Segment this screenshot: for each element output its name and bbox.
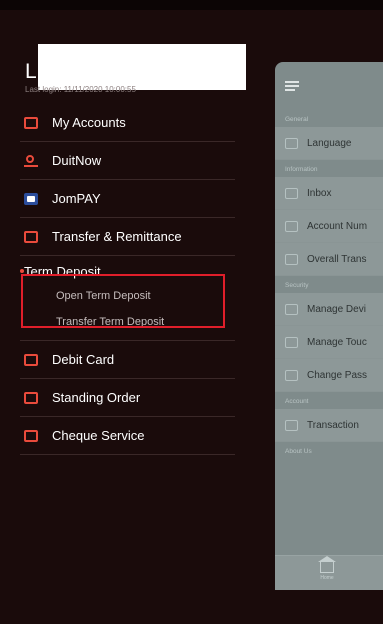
standing-order-icon bbox=[24, 391, 38, 404]
fingerprint-icon bbox=[285, 336, 298, 348]
home-tab-label: Home bbox=[320, 575, 334, 581]
row-language-label: Language bbox=[307, 137, 352, 149]
menu-item-duitnow[interactable]: DuitNow bbox=[20, 142, 235, 180]
menu-item-label: Cheque Service bbox=[52, 428, 145, 443]
row-manage-device[interactable]: Manage Devi bbox=[275, 293, 383, 326]
row-transaction-label: Transaction bbox=[307, 419, 359, 431]
section-information: Information bbox=[285, 166, 318, 173]
overall-transaction-icon bbox=[285, 253, 298, 265]
menu-item-jompay[interactable]: JomPAY bbox=[20, 180, 235, 218]
row-change-password[interactable]: Change Pass bbox=[275, 359, 383, 392]
menu-item-label: My Accounts bbox=[52, 115, 126, 130]
section-account: Account bbox=[285, 398, 309, 405]
row-manage-touch[interactable]: Manage Touc bbox=[275, 326, 383, 359]
row-account-number[interactable]: Account Num bbox=[275, 210, 383, 243]
language-icon bbox=[285, 137, 298, 149]
row-overall-transaction[interactable]: Overall Trans bbox=[275, 243, 383, 276]
duitnow-icon bbox=[24, 154, 38, 167]
jompay-icon bbox=[24, 192, 38, 205]
menu-item-cheque-service[interactable]: Cheque Service bbox=[20, 417, 235, 455]
section-security: Security bbox=[285, 282, 309, 289]
menu-item-transfer-remittance[interactable]: Transfer & Remittance bbox=[20, 218, 235, 256]
home-tab[interactable]: Home bbox=[313, 556, 341, 581]
transaction-icon bbox=[285, 419, 298, 431]
menu-item-label: DuitNow bbox=[52, 153, 102, 168]
row-manage-touch-label: Manage Touc bbox=[307, 336, 367, 348]
menu-item-label: Debit Card bbox=[52, 352, 115, 367]
row-transaction[interactable]: Transaction bbox=[275, 409, 383, 442]
cheque-icon bbox=[24, 429, 38, 442]
menu-item-label: Standing Order bbox=[52, 390, 141, 405]
highlight-box bbox=[21, 274, 225, 328]
row-change-password-label: Change Pass bbox=[307, 369, 368, 381]
user-name-redaction bbox=[38, 44, 246, 90]
row-overall-transaction-label: Overall Trans bbox=[307, 253, 367, 265]
status-bar bbox=[0, 0, 383, 10]
account-number-icon bbox=[285, 220, 298, 232]
user-initial: L bbox=[25, 60, 37, 83]
accounts-icon bbox=[24, 116, 38, 129]
section-general: General bbox=[285, 116, 309, 123]
app-screen: General Language Information Inbox Accou… bbox=[0, 0, 383, 624]
row-manage-device-label: Manage Devi bbox=[307, 303, 366, 315]
row-inbox-label: Inbox bbox=[307, 187, 332, 199]
hamburger-menu-icon[interactable] bbox=[285, 81, 299, 91]
background-header bbox=[275, 62, 383, 110]
menu-item-debit-card[interactable]: Debit Card bbox=[20, 341, 235, 379]
bottom-nav: Home bbox=[275, 555, 383, 590]
row-inbox[interactable]: Inbox bbox=[275, 177, 383, 210]
menu-item-standing-order[interactable]: Standing Order bbox=[20, 379, 235, 417]
section-about: About Us bbox=[285, 448, 312, 455]
transfer-icon bbox=[24, 230, 38, 243]
row-language[interactable]: Language bbox=[275, 127, 383, 160]
last-login-text: Last login: 11/11/2020 10:00:55 bbox=[25, 85, 136, 94]
menu-item-label: Transfer & Remittance bbox=[52, 229, 182, 244]
debit-card-icon bbox=[24, 353, 38, 366]
menu-item-my-accounts[interactable]: My Accounts bbox=[20, 104, 235, 142]
lock-icon bbox=[285, 369, 298, 381]
menu-item-label: JomPAY bbox=[52, 191, 101, 206]
side-drawer: L Last login: 11/11/2020 10:00:55 My Acc… bbox=[0, 10, 270, 624]
inbox-icon bbox=[285, 187, 298, 199]
background-settings-panel: General Language Information Inbox Accou… bbox=[275, 62, 383, 590]
manage-device-icon bbox=[285, 303, 298, 315]
home-icon bbox=[318, 556, 336, 573]
row-account-number-label: Account Num bbox=[307, 220, 368, 232]
